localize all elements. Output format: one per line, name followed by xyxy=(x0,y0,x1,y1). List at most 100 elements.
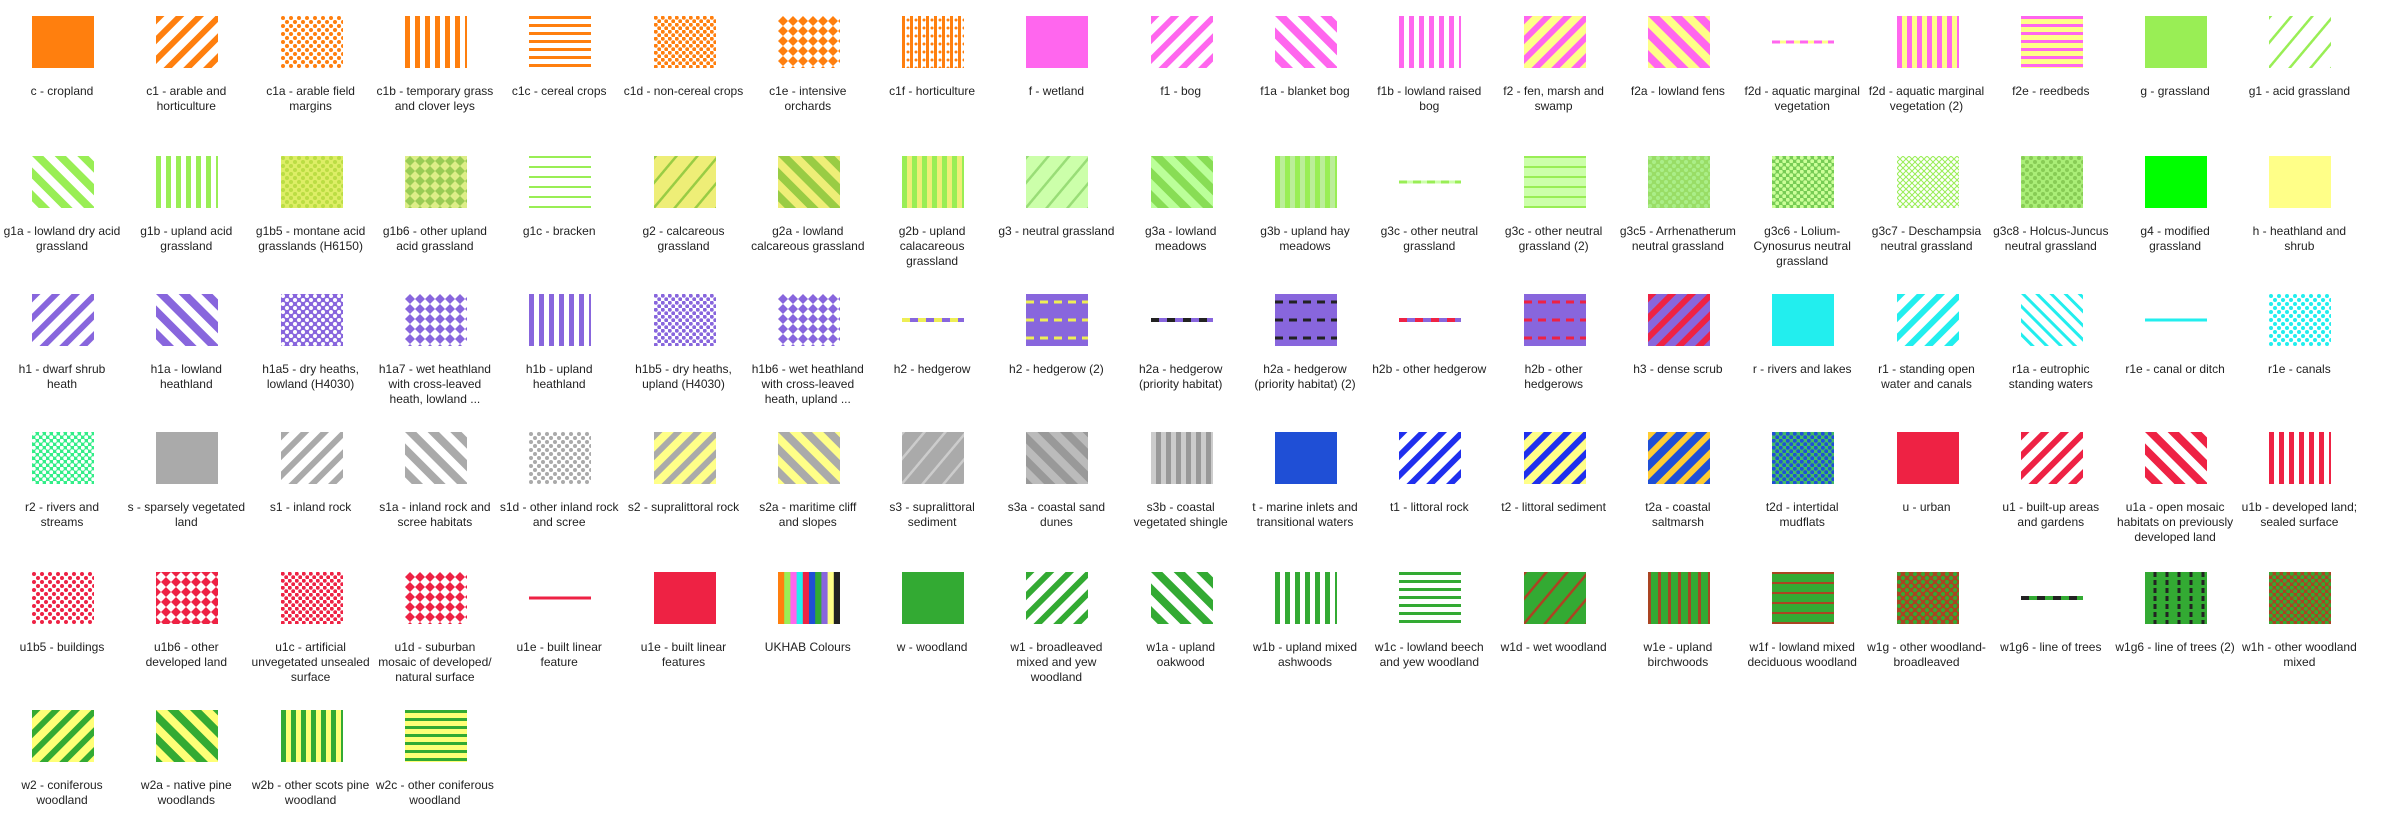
legend-item[interactable]: h - heathland and shrub xyxy=(2237,140,2361,270)
legend-item[interactable]: w1g6 - line of trees xyxy=(1989,556,2113,686)
legend-item[interactable]: g3c6 - Lolium-Cynosurus neutral grasslan… xyxy=(1740,140,1864,270)
legend-item[interactable]: h1a5 - dry heaths, lowland (H4030) xyxy=(249,278,373,408)
legend-label: f2e - reedbeds xyxy=(2012,84,2090,98)
legend-item[interactable]: s3b - coastal vegetated shingle xyxy=(1119,416,1243,546)
legend-item[interactable]: f2d - aquatic marginal vegetation xyxy=(1740,0,1864,130)
legend-item[interactable]: h2 - hedgerow xyxy=(870,278,994,408)
legend-item[interactable]: f2e - reedbeds xyxy=(1989,0,2113,130)
legend-item[interactable]: h1 - dwarf shrub heath xyxy=(0,278,124,408)
legend-item[interactable]: c1 - arable and horticulture xyxy=(124,0,248,130)
legend-item[interactable]: u1e - built linear feature xyxy=(497,556,621,686)
legend-item[interactable]: s - sparsely vegetated land xyxy=(124,416,248,546)
legend-item[interactable]: f2 - fen, marsh and swamp xyxy=(1492,0,1616,130)
legend-item[interactable]: c1e - intensive orchards xyxy=(746,0,870,130)
legend-item[interactable]: g1b - upland acid grassland xyxy=(124,140,248,270)
legend-item[interactable]: r1a - eutrophic standing waters xyxy=(1989,278,2113,408)
legend-item[interactable]: g3c - other neutral grassland xyxy=(1367,140,1491,270)
legend-item[interactable]: g3c - other neutral grassland (2) xyxy=(1492,140,1616,270)
legend-item[interactable]: h2 - hedgerow (2) xyxy=(994,278,1118,408)
legend-item[interactable]: h2b - other hedgerow xyxy=(1367,278,1491,408)
legend-item[interactable]: s1d - other inland rock and scree xyxy=(497,416,621,546)
legend-item[interactable]: c1d - non-cereal crops xyxy=(622,0,746,130)
legend-item[interactable]: w1g6 - line of trees (2) xyxy=(2113,556,2237,686)
legend-item[interactable]: s3 - supralittoral sediment xyxy=(870,416,994,546)
legend-item[interactable]: h2b - other hedgerows xyxy=(1492,278,1616,408)
legend-item[interactable]: g2a - lowland calcareous grassland xyxy=(746,140,870,270)
legend-item[interactable]: g1a - lowland dry acid grassland xyxy=(0,140,124,270)
legend-item[interactable]: g3c5 - Arrhenatherum neutral grassland xyxy=(1616,140,1740,270)
legend-item[interactable]: w2b - other scots pine woodland xyxy=(249,694,373,824)
legend-item[interactable]: c1b - temporary grass and clover leys xyxy=(373,0,497,130)
legend-item[interactable]: f2a - lowland fens xyxy=(1616,0,1740,130)
legend-item[interactable]: s3a - coastal sand dunes xyxy=(994,416,1118,546)
legend-item[interactable]: u1b5 - buildings xyxy=(0,556,124,686)
legend-item[interactable]: w1h - other woodland mixed xyxy=(2237,556,2361,686)
legend-item[interactable]: g1b6 - other upland acid grassland xyxy=(373,140,497,270)
legend-item[interactable]: w2 - coniferous woodland xyxy=(0,694,124,824)
legend-item[interactable]: s2 - supralittoral rock xyxy=(622,416,746,546)
legend-item[interactable]: f1a - blanket bog xyxy=(1243,0,1367,130)
legend-item[interactable]: r1e - canal or ditch xyxy=(2113,278,2237,408)
legend-item[interactable]: g4 - modified grassland xyxy=(2113,140,2237,270)
legend-item[interactable]: w1c - lowland beech and yew woodland xyxy=(1367,556,1491,686)
legend-item[interactable]: g1 - acid grassland xyxy=(2237,0,2361,130)
legend-item[interactable]: w1e - upland birchwoods xyxy=(1616,556,1740,686)
legend-item[interactable]: c1c - cereal crops xyxy=(497,0,621,130)
legend-item[interactable]: r1 - standing open water and canals xyxy=(1865,278,1989,408)
legend-item[interactable]: UKHAB Colours xyxy=(746,556,870,686)
legend-item[interactable]: h1b - upland heathland xyxy=(497,278,621,408)
legend-item[interactable]: g - grassland xyxy=(2113,0,2237,130)
legend-item[interactable]: u1e - built linear features xyxy=(622,556,746,686)
legend-item[interactable]: w2c - other coniferous woodland xyxy=(373,694,497,824)
legend-item[interactable]: c - cropland xyxy=(0,0,124,130)
legend-item[interactable]: f1 - bog xyxy=(1119,0,1243,130)
legend-item[interactable]: f2d - aquatic marginal vegetation (2) xyxy=(1865,0,1989,130)
legend-item[interactable]: g2 - calcareous grassland xyxy=(622,140,746,270)
legend-item[interactable]: w1f - lowland mixed deciduous woodland xyxy=(1740,556,1864,686)
legend-item[interactable]: w1d - wet woodland xyxy=(1492,556,1616,686)
legend-item[interactable]: u1b6 - other developed land xyxy=(124,556,248,686)
legend-item[interactable]: t2d - intertidal mudflats xyxy=(1740,416,1864,546)
legend-item[interactable]: c1a - arable field margins xyxy=(249,0,373,130)
legend-item[interactable]: h1a - lowland heathland xyxy=(124,278,248,408)
legend-item[interactable]: u1a - open mosaic habitats on previously… xyxy=(2113,416,2237,546)
legend-item[interactable]: h3 - dense scrub xyxy=(1616,278,1740,408)
legend-item[interactable]: g1c - bracken xyxy=(497,140,621,270)
legend-item[interactable]: t2a - coastal saltmarsh xyxy=(1616,416,1740,546)
legend-item[interactable]: r2 - rivers and streams xyxy=(0,416,124,546)
legend-item[interactable]: s2a - maritime cliff and slopes xyxy=(746,416,870,546)
legend-item[interactable]: c1f - horticulture xyxy=(870,0,994,130)
legend-item[interactable]: s1 - inland rock xyxy=(249,416,373,546)
legend-item[interactable]: g3 - neutral grassland xyxy=(994,140,1118,270)
legend-item[interactable]: w1a - upland oakwood xyxy=(1119,556,1243,686)
legend-item[interactable]: t2 - littoral sediment xyxy=(1492,416,1616,546)
legend-item[interactable]: s1a - inland rock and scree habitats xyxy=(373,416,497,546)
legend-item[interactable]: g3b - upland hay meadows xyxy=(1243,140,1367,270)
legend-item[interactable]: u1 - built-up areas and gardens xyxy=(1989,416,2113,546)
legend-item[interactable]: w1g - other woodland-broadleaved xyxy=(1865,556,1989,686)
legend-item[interactable]: t1 - littoral rock xyxy=(1367,416,1491,546)
legend-item[interactable]: g2b - upland calacareous grassland xyxy=(870,140,994,270)
legend-item[interactable]: t - marine inlets and transitional water… xyxy=(1243,416,1367,546)
legend-item[interactable]: u1c - artificial unvegetated unsealed su… xyxy=(249,556,373,686)
legend-item[interactable]: g3a - lowland meadows xyxy=(1119,140,1243,270)
legend-item[interactable]: w1b - upland mixed ashwoods xyxy=(1243,556,1367,686)
legend-item[interactable]: f1b - lowland raised bog xyxy=(1367,0,1491,130)
legend-item[interactable]: f - wetland xyxy=(994,0,1118,130)
legend-item[interactable]: h2a - hedgerow (priority habitat) xyxy=(1119,278,1243,408)
legend-item[interactable]: h1b5 - dry heaths, upland (H4030) xyxy=(622,278,746,408)
legend-item[interactable]: g1b5 - montane acid grasslands (H6150) xyxy=(249,140,373,270)
legend-item[interactable]: h2a - hedgerow (priority habitat) (2) xyxy=(1243,278,1367,408)
legend-item[interactable]: u1b - developed land; sealed surface xyxy=(2237,416,2361,546)
legend-item[interactable]: u1d - suburban mosaic of developed/ natu… xyxy=(373,556,497,686)
legend-item[interactable]: w2a - native pine woodlands xyxy=(124,694,248,824)
legend-item[interactable]: w1 - broadleaved mixed and yew woodland xyxy=(994,556,1118,686)
legend-item[interactable]: u - urban xyxy=(1865,416,1989,546)
legend-item[interactable]: r - rivers and lakes xyxy=(1740,278,1864,408)
legend-item[interactable]: w - woodland xyxy=(870,556,994,686)
legend-item[interactable]: h1a7 - wet heathland with cross-leaved h… xyxy=(373,278,497,408)
legend-item[interactable]: g3c7 - Deschampsia neutral grassland xyxy=(1865,140,1989,270)
legend-item[interactable]: g3c8 - Holcus-Juncus neutral grassland xyxy=(1989,140,2113,270)
legend-item[interactable]: h1b6 - wet heathland with cross-leaved h… xyxy=(746,278,870,408)
legend-item[interactable]: r1e - canals xyxy=(2237,278,2361,408)
